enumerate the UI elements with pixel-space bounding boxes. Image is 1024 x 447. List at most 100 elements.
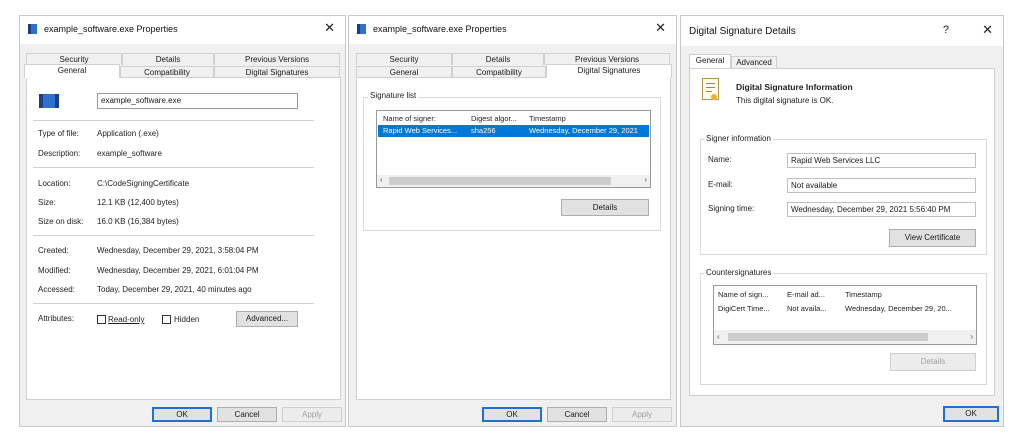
- hidden-label[interactable]: Hidden: [174, 315, 199, 324]
- hidden-checkbox[interactable]: [162, 315, 171, 324]
- advanced-button[interactable]: Advanced...: [236, 311, 298, 327]
- details-button[interactable]: Details: [890, 353, 976, 371]
- close-icon[interactable]: ✕: [655, 20, 666, 36]
- accessed-value: Today, December 29, 2021, 40 minutes ago: [97, 285, 252, 294]
- scroll-right-icon[interactable]: ›: [644, 175, 647, 184]
- name-label: Name:: [708, 155, 732, 164]
- info-title: Digital Signature Information: [736, 82, 853, 92]
- readonly-checkbox[interactable]: [97, 315, 106, 324]
- cancel-button[interactable]: Cancel: [547, 407, 607, 422]
- size-on-disk-value: 16.0 KB (16,384 bytes): [97, 217, 179, 226]
- properties-window-general: example_software.exe Properties ✕ Securi…: [19, 15, 346, 427]
- help-icon[interactable]: ?: [943, 24, 949, 36]
- countersignatures-label: Countersignatures: [704, 268, 774, 277]
- divider: [33, 303, 314, 304]
- attributes-label: Attributes:: [38, 314, 75, 323]
- tab-advanced[interactable]: Advanced: [731, 56, 777, 68]
- title-bar: Digital Signature Details ? ✕: [681, 16, 1003, 46]
- size-label: Size:: [38, 198, 56, 207]
- description-label: Description:: [38, 149, 81, 158]
- divider: [33, 167, 314, 168]
- modified-value: Wednesday, December 29, 2021, 6:01:04 PM: [97, 266, 259, 275]
- ok-button[interactable]: OK: [482, 407, 542, 422]
- column-header-signer[interactable]: Name of signer:: [383, 114, 436, 123]
- close-icon[interactable]: ✕: [982, 22, 993, 38]
- timestamp-cell: Wednesday, December 29, 20...: [845, 304, 952, 313]
- tab-digital-signatures[interactable]: Digital Signatures: [546, 64, 672, 78]
- window-title: Digital Signature Details: [689, 26, 796, 37]
- digital-signature-details-window: Digital Signature Details ? ✕ General Ad…: [680, 15, 1004, 427]
- column-header-signer[interactable]: Name of sign...: [718, 290, 768, 299]
- app-icon: [28, 24, 37, 34]
- info-status: This digital signature is OK.: [736, 96, 834, 105]
- readonly-label[interactable]: Read-only: [108, 315, 144, 324]
- title-bar: example_software.exe Properties ✕: [349, 16, 676, 44]
- properties-window-signatures: example_software.exe Properties ✕ Securi…: [348, 15, 677, 427]
- horizontal-scrollbar[interactable]: ‹ ›: [377, 175, 650, 187]
- description-value: example_software: [97, 149, 162, 158]
- signature-details-panel: Digital Signature Information This digit…: [689, 68, 995, 396]
- certificate-icon: [702, 78, 719, 100]
- location-value: C:\CodeSigningCertificate: [97, 179, 190, 188]
- view-certificate-button[interactable]: View Certificate: [889, 229, 976, 247]
- tab-security[interactable]: Security: [356, 53, 452, 65]
- scrollbar-thumb[interactable]: [728, 333, 928, 341]
- tab-details[interactable]: Details: [122, 53, 214, 65]
- signer-cell: Rapid Web Services...: [383, 126, 458, 135]
- divider: [33, 235, 314, 236]
- signer-information-label: Signer information: [704, 134, 773, 143]
- title-bar: example_software.exe Properties ✕: [20, 16, 345, 44]
- ok-button[interactable]: OK: [152, 407, 212, 422]
- ok-button[interactable]: OK: [943, 406, 999, 422]
- tab-previous-versions[interactable]: Previous Versions: [214, 53, 340, 65]
- divider: [33, 120, 314, 121]
- size-value: 12.1 KB (12,400 bytes): [97, 198, 179, 207]
- app-icon: [357, 24, 366, 34]
- signatures-panel: Signature list Name of signer: Digest al…: [356, 77, 671, 400]
- email-label: E-mail:: [708, 180, 733, 189]
- modified-label: Modified:: [38, 266, 71, 275]
- column-header-digest[interactable]: Digest algor...: [471, 114, 517, 123]
- signature-list-label: Signature list: [368, 91, 419, 100]
- countersignature-row[interactable]: DigiCert Time... Not availa... Wednesday…: [715, 303, 975, 315]
- digest-cell: sha256: [471, 126, 496, 135]
- signature-row-selected[interactable]: Rapid Web Services... sha256 Wednesday, …: [378, 125, 649, 137]
- countersignature-list[interactable]: Name of sign... E-mail ad... Timestamp D…: [713, 285, 977, 345]
- scroll-right-icon[interactable]: ›: [970, 332, 973, 341]
- created-label: Created:: [38, 246, 69, 255]
- type-label: Type of file:: [38, 129, 79, 138]
- details-button[interactable]: Details: [561, 199, 649, 216]
- created-value: Wednesday, December 29, 2021, 3:58:04 PM: [97, 246, 259, 255]
- email-cell: Not availa...: [787, 304, 827, 313]
- tab-general[interactable]: General: [689, 54, 731, 68]
- window-title: example_software.exe Properties: [373, 24, 507, 34]
- scrollbar-thumb[interactable]: [389, 177, 611, 185]
- email-field[interactable]: Not available: [787, 178, 976, 193]
- scroll-left-icon[interactable]: ‹: [717, 332, 720, 341]
- timestamp-cell: Wednesday, December 29, 2021: [529, 126, 638, 135]
- scroll-left-icon[interactable]: ‹: [380, 175, 383, 184]
- name-field[interactable]: Rapid Web Services LLC: [787, 153, 976, 168]
- column-header-email[interactable]: E-mail ad...: [787, 290, 825, 299]
- apply-button[interactable]: Apply: [612, 407, 672, 422]
- filename-field[interactable]: example_software.exe: [97, 93, 298, 109]
- horizontal-scrollbar[interactable]: ‹ ›: [714, 330, 976, 344]
- size-on-disk-label: Size on disk:: [38, 217, 84, 226]
- apply-button[interactable]: Apply: [282, 407, 342, 422]
- signature-list[interactable]: Name of signer: Digest algor... Timestam…: [376, 110, 651, 188]
- location-label: Location:: [38, 179, 71, 188]
- column-header-timestamp[interactable]: Timestamp: [529, 114, 566, 123]
- window-title: example_software.exe Properties: [44, 24, 178, 34]
- tab-details[interactable]: Details: [452, 53, 544, 65]
- signing-time-field[interactable]: Wednesday, December 29, 2021 5:56:40 PM: [787, 202, 976, 217]
- general-panel: example_software.exe Type of file: Appli…: [26, 77, 341, 400]
- cancel-button[interactable]: Cancel: [217, 407, 277, 422]
- type-value: Application (.exe): [97, 129, 159, 138]
- accessed-label: Accessed:: [38, 285, 75, 294]
- file-icon: [39, 94, 59, 108]
- signer-cell: DigiCert Time...: [718, 304, 770, 313]
- close-icon[interactable]: ✕: [324, 20, 335, 36]
- tab-general[interactable]: General: [24, 64, 120, 78]
- column-header-timestamp[interactable]: Timestamp: [845, 290, 882, 299]
- signing-time-label: Signing time:: [708, 204, 755, 213]
